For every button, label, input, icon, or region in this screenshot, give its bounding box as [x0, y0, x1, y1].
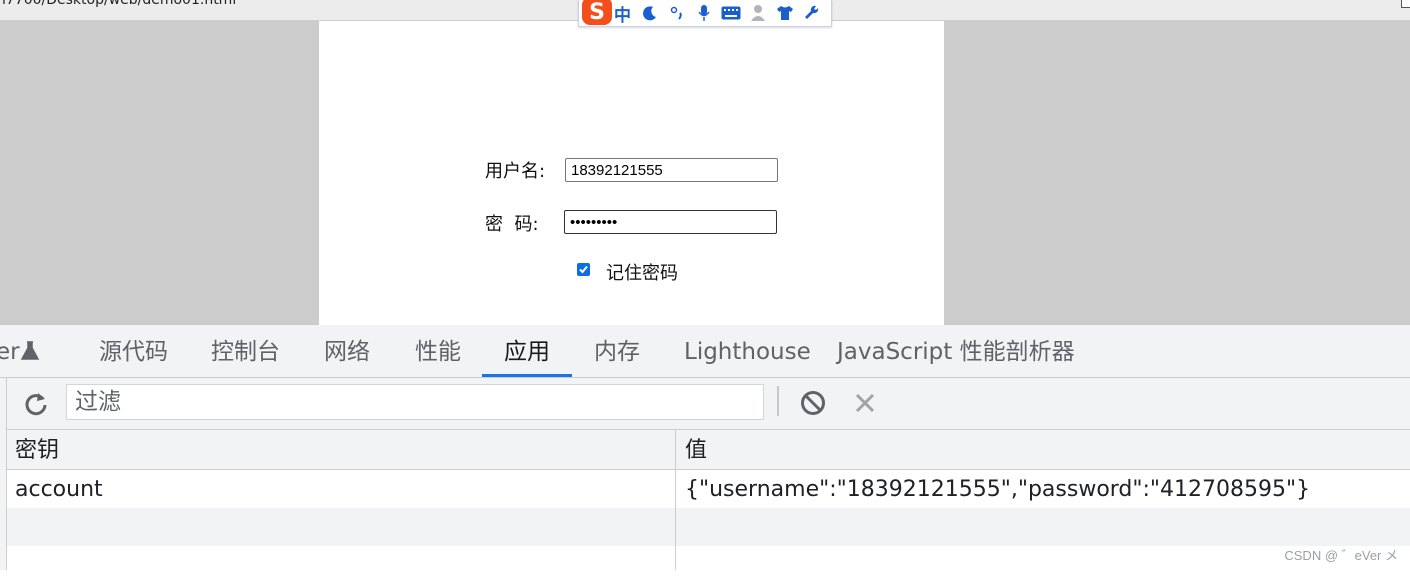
column-divider[interactable] — [675, 430, 676, 570]
skin-shirt-icon[interactable] — [771, 2, 798, 24]
toolbar-divider — [777, 386, 779, 416]
url-text: l7700/Desktop/web/demo01.html — [2, 0, 237, 8]
tab-lighthouse[interactable]: Lighthouse — [684, 325, 811, 377]
password-input[interactable] — [564, 210, 777, 234]
clear-all-icon[interactable] — [799, 389, 827, 417]
username-label: 用户名: — [485, 161, 546, 182]
devtools-tab-bar: er 源代码 控制台 网络 性能 应用 内存 Lighthouse JavaSc… — [0, 325, 1410, 378]
ime-toolbar: S 中 — [578, 0, 832, 27]
row-key: account — [15, 477, 103, 502]
empty-table-row — [7, 508, 1410, 546]
moon-icon[interactable] — [636, 2, 663, 24]
tab-performance[interactable]: 性能 — [415, 325, 461, 377]
tab-application[interactable]: 应用 — [504, 325, 550, 377]
password-label: 密 码: — [485, 214, 539, 235]
watermark: CSDN @ ゛eVer メ — [1284, 548, 1398, 563]
filter-input[interactable]: 过滤 — [66, 384, 764, 420]
refresh-icon[interactable] — [22, 390, 50, 418]
wrench-icon[interactable] — [798, 2, 825, 24]
sogou-logo-icon[interactable]: S — [581, 0, 612, 26]
keyboard-icon[interactable] — [717, 2, 744, 24]
empty-table-row — [7, 546, 1410, 584]
flask-icon[interactable] — [20, 341, 40, 361]
column-header-key[interactable]: 密钥 — [15, 430, 59, 469]
delete-selected-icon[interactable] — [851, 389, 879, 417]
column-header-value[interactable]: 值 — [685, 430, 707, 469]
login-page: 用户名: 密 码: 记住密码 — [319, 21, 944, 325]
user-icon[interactable] — [744, 2, 771, 24]
tab-js-profiler[interactable]: JavaScript 性能剖析器 — [837, 325, 1075, 377]
svg-text:S: S — [589, 0, 605, 25]
devtools-panel: er 源代码 控制台 网络 性能 应用 内存 Lighthouse JavaSc… — [0, 325, 1410, 570]
table-header: 密钥 值 — [7, 430, 1410, 470]
window-restore-icon[interactable] — [1401, 0, 1410, 8]
sidebar-edge[interactable] — [0, 378, 7, 570]
storage-table: 密钥 值 account {"username":"18392121555","… — [7, 430, 1410, 570]
punctuation-icon[interactable] — [663, 2, 690, 24]
tab-sources[interactable]: 源代码 — [99, 325, 168, 377]
tab-elements-partial[interactable]: er — [0, 325, 20, 377]
table-row[interactable]: account {"username":"18392121555","passw… — [7, 470, 1410, 508]
username-input[interactable] — [565, 158, 778, 182]
ime-mode-indicator[interactable]: 中 — [609, 2, 636, 26]
checkmark-icon — [579, 265, 588, 274]
remember-label: 记住密码 — [606, 263, 678, 284]
tab-memory[interactable]: 内存 — [594, 325, 640, 377]
row-value: {"username":"18392121555","password":"41… — [685, 477, 1311, 502]
remember-checkbox[interactable] — [577, 263, 590, 276]
microphone-icon[interactable] — [690, 2, 717, 24]
storage-toolbar: 过滤 — [0, 378, 1410, 430]
tab-console[interactable]: 控制台 — [211, 325, 280, 377]
active-tab-indicator — [482, 374, 572, 377]
tab-network[interactable]: 网络 — [324, 325, 370, 377]
page-viewport: 用户名: 密 码: 记住密码 — [0, 21, 1410, 325]
